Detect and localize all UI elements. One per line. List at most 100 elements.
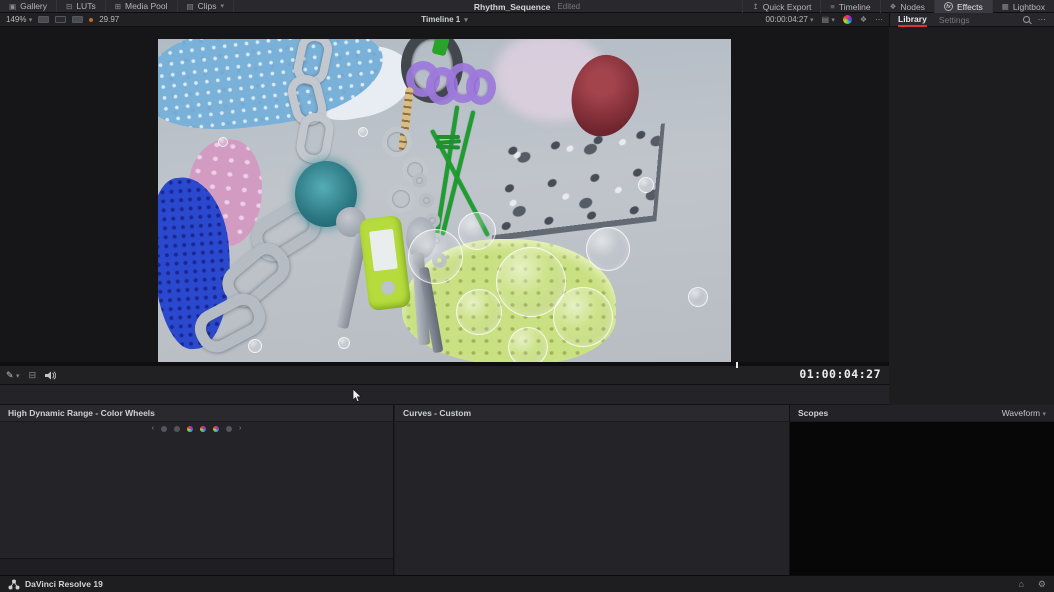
project-status: Edited bbox=[557, 2, 580, 11]
project-settings-icon[interactable]: ⚙ bbox=[1038, 579, 1046, 590]
effects-icon: fx bbox=[944, 2, 953, 11]
pager-dot[interactable] bbox=[200, 426, 206, 432]
pager-dot[interactable] bbox=[187, 426, 193, 432]
effects-panel-tabs: Library Settings ⋯ bbox=[889, 13, 1054, 27]
topbar-button-nodes[interactable]: ❖Nodes bbox=[880, 0, 934, 13]
library-options-icon[interactable]: ⋯ bbox=[1038, 14, 1047, 25]
topbar-button-label: Gallery bbox=[20, 1, 47, 11]
chevron-down-icon: ▾ bbox=[810, 17, 814, 24]
single-viewer-icon[interactable] bbox=[38, 16, 49, 23]
timeline-selector[interactable]: Timeline 1 ▾ bbox=[421, 15, 468, 24]
render-bubble bbox=[338, 337, 350, 349]
playhead-marker[interactable] bbox=[736, 362, 738, 368]
jog-bar[interactable] bbox=[0, 362, 889, 366]
render-purple-spiral bbox=[466, 69, 496, 105]
wheel-pager: ‹ › bbox=[0, 422, 393, 435]
pager-dot[interactable] bbox=[213, 426, 219, 432]
topbar-button-timeline[interactable]: ≡Timeline bbox=[820, 0, 879, 13]
lightbox-icon: ▦ bbox=[1002, 2, 1009, 11]
project-title: Rhythm_Sequence bbox=[474, 2, 551, 12]
mouse-cursor bbox=[352, 388, 364, 404]
curves-panel-title: Curves - Custom bbox=[403, 408, 471, 418]
app-name: DaVinci Resolve 19 bbox=[25, 579, 103, 589]
render-blue-sponge bbox=[158, 39, 389, 139]
curves-graph[interactable] bbox=[400, 426, 684, 570]
topbar-button-gallery[interactable]: ▣Gallery bbox=[0, 0, 57, 12]
render-metal-slab bbox=[484, 114, 662, 237]
chevron-down-icon: ▾ bbox=[221, 2, 225, 10]
topbar-button-label: Quick Export bbox=[763, 2, 812, 12]
topbar-button-media-pool[interactable]: ⊞Media Pool bbox=[106, 0, 178, 12]
media-pool-icon: ⊞ bbox=[115, 2, 121, 11]
tab-library[interactable]: Library bbox=[898, 13, 927, 27]
wipe-mode-icon[interactable]: ⊟ bbox=[29, 370, 37, 381]
fps-indicator-dot bbox=[89, 18, 93, 22]
render-silver-ring bbox=[387, 185, 415, 213]
topbar-button-clips[interactable]: ▤Clips▾ bbox=[178, 0, 235, 12]
pager-dot[interactable] bbox=[226, 426, 232, 432]
render-bubble bbox=[553, 287, 613, 347]
topbar-button-label: Lightbox bbox=[1013, 2, 1045, 12]
viewer-timecode[interactable]: 00:00:04:27 ▾ bbox=[766, 15, 814, 24]
grade-bypass-icon[interactable] bbox=[843, 15, 852, 24]
fps-value: 29.97 bbox=[99, 15, 119, 24]
grab-still-tool[interactable]: ✎ ▾ bbox=[6, 370, 20, 381]
render-lime-key-tag bbox=[359, 215, 412, 311]
scopes-panel-title: Scopes bbox=[798, 408, 828, 418]
expand-viewer-icon[interactable]: ❖ bbox=[860, 15, 867, 24]
viewer-image bbox=[158, 39, 731, 362]
zoom-level-select[interactable]: 149% ▾ bbox=[6, 15, 32, 24]
viewer-options-icon[interactable]: ⋯ bbox=[875, 15, 883, 24]
timeline-icon: ≡ bbox=[830, 2, 834, 11]
render-bubble bbox=[458, 212, 496, 250]
hdr-panel-header: High Dynamic Range - Color Wheels bbox=[0, 405, 393, 422]
palette-toolbar bbox=[0, 385, 889, 405]
nodes-icon: ❖ bbox=[890, 2, 897, 11]
search-icon[interactable] bbox=[1023, 16, 1030, 23]
split-viewer-icon[interactable] bbox=[55, 16, 66, 23]
pager-dot[interactable] bbox=[174, 426, 180, 432]
project-title-group: Rhythm_Sequence Edited bbox=[474, 0, 580, 13]
render-bubble bbox=[248, 339, 262, 353]
clip-source-icon[interactable]: ▤ ▾ bbox=[822, 15, 835, 24]
waveform-canvas bbox=[811, 425, 1049, 571]
speaker-icon[interactable] bbox=[45, 371, 56, 380]
scope-mode-select[interactable]: Waveform ▾ bbox=[1002, 408, 1046, 418]
render-bubble bbox=[408, 229, 463, 284]
luts-icon: ⊟ bbox=[66, 2, 72, 11]
enhanced-viewer-icon[interactable] bbox=[72, 16, 83, 23]
hdr-footer-controls bbox=[0, 558, 393, 575]
render-bubble bbox=[586, 227, 630, 271]
render-bubble bbox=[508, 327, 548, 362]
hdr-color-wheels-panel: High Dynamic Range - Color Wheels ‹ › bbox=[0, 405, 394, 575]
scopes-panel-header: Scopes Waveform ▾ bbox=[790, 405, 1054, 422]
chevron-down-icon: ▾ bbox=[1042, 411, 1046, 418]
pager-dot[interactable] bbox=[161, 426, 167, 432]
chevron-down-icon: ▾ bbox=[464, 16, 468, 24]
tab-settings[interactable]: Settings bbox=[939, 15, 970, 25]
topbar-right-buttons: ↥Quick Export≡Timeline❖Nodes fx Effects ▦ Li… bbox=[742, 0, 1054, 13]
render-chainlet bbox=[412, 173, 427, 188]
render-silver-ring bbox=[382, 127, 412, 157]
pager-next-icon[interactable]: › bbox=[239, 425, 241, 432]
topbar-button-quick-export[interactable]: ↥Quick Export bbox=[742, 0, 820, 13]
chevron-down-icon: ▾ bbox=[16, 373, 20, 380]
topbar-button-effects[interactable]: fx Effects bbox=[934, 0, 992, 13]
timecode-display: 01:00:04:27 bbox=[799, 367, 881, 381]
waveform-display bbox=[790, 422, 1054, 575]
transport-bar: ✎ ▾ ⊟ 01:00:04:27 bbox=[0, 362, 889, 385]
page-bar: DaVinci Resolve 19 ⌂ ⚙ bbox=[0, 575, 1054, 592]
resolve-logo-icon bbox=[8, 579, 20, 590]
davinci-resolve-window: { "topbar": { "title": "Rhythm_Sequence"… bbox=[0, 0, 1054, 592]
topbar-button-luts[interactable]: ⊟LUTs bbox=[57, 0, 106, 12]
topbar-button-lightbox[interactable]: ▦ Lightbox bbox=[992, 0, 1054, 13]
topbar-button-label: Effects bbox=[957, 2, 983, 12]
pager-prev-icon[interactable]: ‹ bbox=[152, 425, 154, 432]
project-manager-icon[interactable]: ⌂ bbox=[1018, 579, 1023, 590]
render-tag-label bbox=[369, 229, 398, 272]
scopes-panel: Scopes Waveform ▾ bbox=[790, 405, 1054, 575]
render-cord-knot bbox=[436, 135, 460, 139]
hdr-panel-title: High Dynamic Range - Color Wheels bbox=[8, 408, 155, 418]
render-chainlet bbox=[419, 193, 434, 208]
curves-panel-header: Curves - Custom bbox=[395, 405, 789, 422]
